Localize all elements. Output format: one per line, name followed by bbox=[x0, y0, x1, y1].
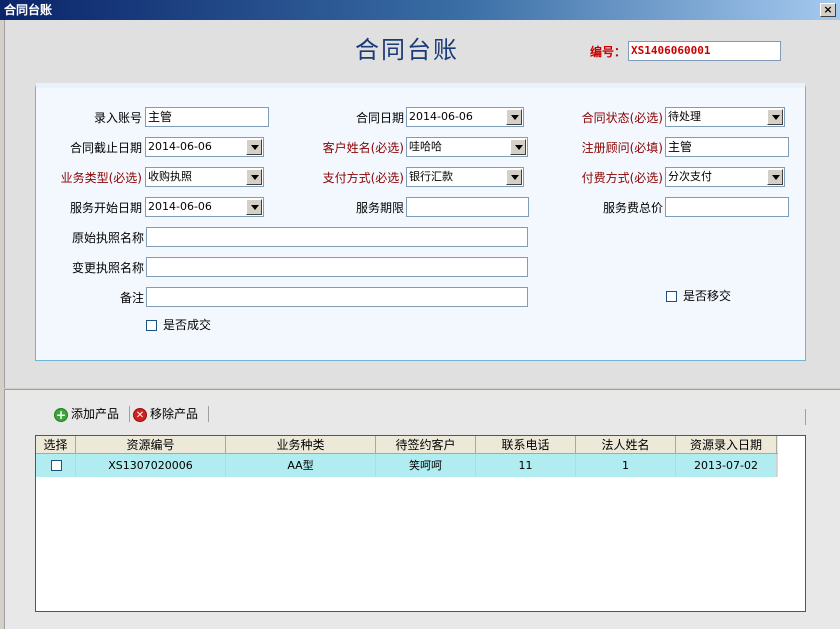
fuwu-kaishi-value: 2014-06-06 bbox=[148, 200, 212, 213]
hetong-zhuangtai-label: 合同状态(必选) bbox=[581, 111, 663, 125]
hetong-zhuangtai-select[interactable]: 待处理 bbox=[665, 107, 785, 127]
table-cell: 笑呵呵 bbox=[376, 454, 476, 477]
zhuce-guwen-label: 注册顾问(必填) bbox=[581, 141, 663, 155]
chevron-down-icon[interactable] bbox=[506, 169, 522, 185]
row-select-checkbox[interactable] bbox=[51, 460, 62, 471]
bianhao-label: 编号： bbox=[590, 45, 627, 59]
luru-zhanghao-field[interactable]: 主管 bbox=[145, 107, 269, 127]
chevron-down-icon[interactable] bbox=[767, 169, 783, 185]
hetong-riqi-label: 合同日期 bbox=[355, 111, 404, 125]
chevron-down-icon[interactable] bbox=[246, 139, 262, 155]
grid-header-cell[interactable]: 资源录入日期 bbox=[676, 436, 777, 454]
page-title: 合同台账 bbox=[355, 36, 459, 64]
fuwu-zongjia-field[interactable] bbox=[665, 197, 789, 217]
zhifu-fangshi-select[interactable]: 银行汇款 bbox=[406, 167, 524, 187]
table-row[interactable]: XS1307020006 AA型 笑呵呵 11 1 2013-07-02 bbox=[36, 454, 778, 477]
shifou-chengjiao-checkbox[interactable] bbox=[146, 320, 157, 331]
add-product-button[interactable]: + 添加产品 bbox=[54, 404, 126, 424]
fuwu-kaishi-label: 服务开始日期 bbox=[69, 201, 142, 215]
grid-header-cell[interactable]: 选择 bbox=[36, 436, 76, 454]
yuanshi-zhizhao-label: 原始执照名称 bbox=[71, 231, 144, 245]
fuwu-zongjia-label: 服务费总价 bbox=[602, 201, 663, 215]
biangeng-zhizhao-field[interactable] bbox=[146, 257, 528, 277]
jiezhi-riqi-picker[interactable]: 2014-06-06 bbox=[145, 137, 264, 157]
window-titlebar: 合同台账 × bbox=[0, 0, 840, 20]
kehu-xingming-select[interactable]: 哇哈哈 bbox=[406, 137, 528, 157]
grid-header-cell[interactable]: 业务种类 bbox=[226, 436, 376, 454]
fufei-fangshi-value: 分次支付 bbox=[668, 170, 712, 183]
kehu-xingming-label: 客户姓名(必选) bbox=[322, 141, 404, 155]
add-product-label: 添加产品 bbox=[71, 407, 120, 421]
grid-header-cell[interactable]: 法人姓名 bbox=[576, 436, 676, 454]
remove-icon: ✕ bbox=[133, 408, 147, 422]
yewu-leixing-value: 收购执照 bbox=[148, 170, 192, 183]
hetong-riqi-picker[interactable]: 2014-06-06 bbox=[406, 107, 524, 127]
chevron-down-icon[interactable] bbox=[246, 169, 262, 185]
chevron-down-icon[interactable] bbox=[246, 199, 262, 215]
fufei-fangshi-select[interactable]: 分次支付 bbox=[665, 167, 785, 187]
close-button[interactable]: × bbox=[820, 3, 836, 17]
jiezhi-riqi-label: 合同截止日期 bbox=[69, 141, 142, 155]
hetong-riqi-value: 2014-06-06 bbox=[409, 110, 473, 123]
toolbar-end-separator bbox=[805, 409, 806, 425]
product-grid: 选择 资源编号 业务种类 待签约客户 联系电话 法人姓名 资源录入日期 XS13… bbox=[35, 435, 806, 612]
fufei-fangshi-label: 付费方式(必选) bbox=[581, 171, 663, 185]
remove-product-label: 移除产品 bbox=[150, 407, 199, 421]
kehu-xingming-value: 哇哈哈 bbox=[409, 140, 442, 153]
yuanshi-zhizhao-field[interactable] bbox=[146, 227, 528, 247]
table-cell: AA型 bbox=[226, 454, 376, 477]
grid-header-cell[interactable]: 待签约客户 bbox=[376, 436, 476, 454]
zhifu-fangshi-value: 银行汇款 bbox=[409, 170, 453, 183]
grid-header-cell[interactable]: 联系电话 bbox=[476, 436, 576, 454]
chevron-down-icon[interactable] bbox=[767, 109, 783, 125]
zhifu-fangshi-label: 支付方式(必选) bbox=[322, 171, 404, 185]
table-cell: 11 bbox=[476, 454, 576, 477]
zhuce-guwen-field[interactable]: 主管 bbox=[665, 137, 789, 157]
beizhu-label: 备注 bbox=[119, 291, 144, 305]
chevron-down-icon[interactable] bbox=[506, 109, 522, 125]
beizhu-field[interactable] bbox=[146, 287, 528, 307]
luru-zhanghao-label: 录入账号 bbox=[93, 111, 142, 125]
grid-header: 选择 资源编号 业务种类 待签约客户 联系电话 法人姓名 资源录入日期 bbox=[36, 436, 778, 454]
close-icon: × bbox=[823, 3, 833, 16]
jiezhi-riqi-value: 2014-06-06 bbox=[148, 140, 212, 153]
row-select-cell bbox=[36, 454, 76, 477]
yewu-leixing-select[interactable]: 收购执照 bbox=[145, 167, 264, 187]
table-cell: 2013-07-02 bbox=[676, 454, 777, 477]
shifou-chengjiao-label: 是否成交 bbox=[163, 318, 212, 332]
remove-product-button[interactable]: ✕ 移除产品 bbox=[133, 404, 205, 424]
chevron-down-icon[interactable] bbox=[510, 139, 526, 155]
shifou-yijiao-label: 是否移交 bbox=[683, 289, 732, 303]
toolbar-separator bbox=[208, 406, 209, 422]
table-cell: 1 bbox=[576, 454, 676, 477]
add-icon: + bbox=[54, 408, 68, 422]
fuwu-qixian-label: 服务期限 bbox=[355, 201, 404, 215]
grid-header-cell[interactable]: 资源编号 bbox=[76, 436, 226, 454]
shifou-yijiao-checkbox[interactable] bbox=[666, 291, 677, 302]
yewu-leixing-label: 业务类型(必选) bbox=[60, 171, 142, 185]
bianhao-field[interactable]: XS1406060001 bbox=[628, 41, 781, 61]
fuwu-qixian-field[interactable] bbox=[406, 197, 529, 217]
fuwu-kaishi-picker[interactable]: 2014-06-06 bbox=[145, 197, 264, 217]
biangeng-zhizhao-label: 变更执照名称 bbox=[71, 261, 144, 275]
window-title: 合同台账 bbox=[4, 3, 53, 17]
hetong-zhuangtai-value: 待处理 bbox=[668, 110, 701, 123]
toolbar-separator bbox=[129, 406, 130, 422]
table-cell: XS1307020006 bbox=[76, 454, 226, 477]
